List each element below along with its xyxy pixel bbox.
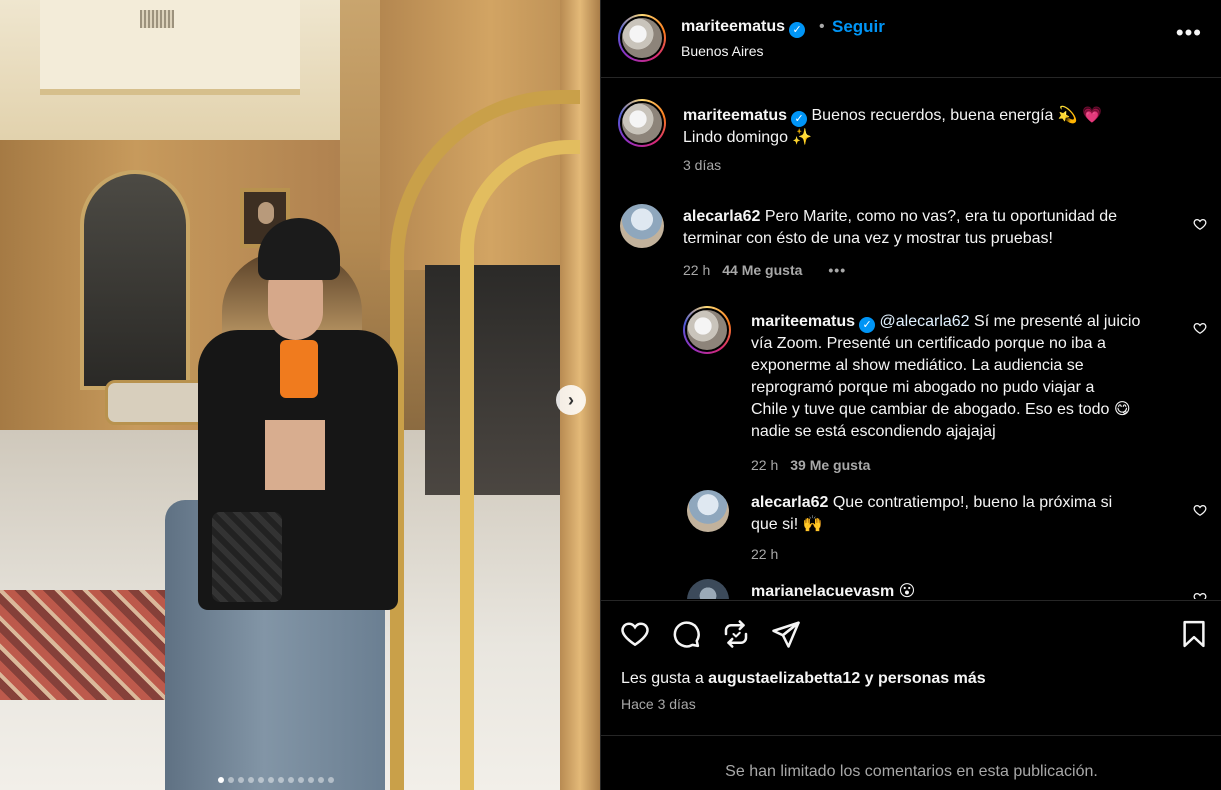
caption-text-line2: Lindo domingo ✨ xyxy=(683,129,813,146)
reply-text-line6: nadie se está escondiendo ajajajaj xyxy=(751,423,996,440)
action-bar xyxy=(601,600,1221,650)
verified-icon: ✓ xyxy=(789,22,806,38)
post-side-panel: mariteematus ✓ • Seguir Buenos Aires ••• … xyxy=(600,0,1221,790)
reply-text-line4: reprogramó porque mi abogado no pudo via… xyxy=(751,379,1095,396)
likes-suffix[interactable]: y personas más xyxy=(860,670,986,687)
share-icon[interactable] xyxy=(771,619,801,649)
comment: alecarla62 Pero Marite, como no vas?, er… xyxy=(683,206,1173,250)
heart-icon[interactable] xyxy=(1193,217,1207,231)
carousel-next-button[interactable]: › xyxy=(556,385,586,415)
follow-button[interactable]: Seguir xyxy=(832,17,885,37)
carousel-dot xyxy=(328,777,334,783)
photo-luggage-cart-frame-inner xyxy=(460,140,580,790)
reply-text-line1: 😮 xyxy=(898,583,916,599)
reply-meta: 22 h 39 Me gusta xyxy=(751,457,870,473)
likes-summary[interactable]: Les gusta a augustaelizabetta12 y person… xyxy=(621,670,986,688)
carousel-indicator xyxy=(218,777,334,783)
verified-icon: ✓ xyxy=(791,111,808,127)
reply-likes[interactable]: 39 Me gusta xyxy=(790,457,870,473)
carousel-dot xyxy=(258,777,264,783)
reply-text-line3: exponerme al show mediático. La audienci… xyxy=(751,357,1084,374)
comment-time: 22 h xyxy=(683,262,711,278)
carousel-dot xyxy=(218,777,224,783)
comment-username[interactable]: alecarla62 xyxy=(683,208,760,225)
comment-options-icon[interactable]: ••• xyxy=(828,262,846,278)
reply-text-line5: Chile y tuve que cambiar de abogado. Eso… xyxy=(751,401,1131,418)
reply-avatar[interactable] xyxy=(687,579,729,599)
reply: alecarla62 Que contratiempo!, bueno la p… xyxy=(751,492,1181,536)
carousel-dot xyxy=(318,777,324,783)
chevron-right-icon: › xyxy=(568,390,574,410)
likes-prefix: Les gusta a xyxy=(621,670,709,687)
reply-text-line1: Que contratiempo!, bueno la próxima si xyxy=(832,494,1113,511)
separator-dot: • xyxy=(819,18,825,35)
repost-icon[interactable] xyxy=(721,619,751,649)
carousel-dot xyxy=(238,777,244,783)
carousel-dot xyxy=(248,777,254,783)
reply-username[interactable]: marianelacuevasm xyxy=(751,583,894,599)
post-location[interactable]: Buenos Aires xyxy=(681,43,764,59)
comments-list[interactable]: mariteematus ✓ Buenos recuerdos, buena en… xyxy=(601,79,1221,599)
reply-text-line2: vía Zoom. Presenté un certificado porque… xyxy=(751,335,1106,352)
carousel-dot xyxy=(268,777,274,783)
reply-avatar[interactable] xyxy=(683,306,731,354)
comment-meta: 22 h 44 Me gusta ••• xyxy=(683,262,846,278)
post-date[interactable]: Hace 3 días xyxy=(621,696,696,712)
caption: mariteematus ✓ Buenos recuerdos, buena en… xyxy=(683,105,1183,149)
carousel-dot xyxy=(308,777,314,783)
caption-username[interactable]: mariteematus xyxy=(683,107,787,124)
reply-mention[interactable]: @alecarla62 xyxy=(880,313,970,330)
reply-username[interactable]: mariteematus xyxy=(751,313,855,330)
post-photo[interactable]: › xyxy=(0,0,600,790)
photo-arch xyxy=(80,170,190,390)
bookmark-icon[interactable] xyxy=(1179,619,1209,649)
comment-likes[interactable]: 44 Me gusta xyxy=(722,262,802,278)
caption-avatar[interactable] xyxy=(618,99,666,147)
likes-user[interactable]: augustaelizabetta12 xyxy=(708,670,860,687)
author-username[interactable]: mariteematus ✓ xyxy=(681,18,806,38)
author-avatar[interactable] xyxy=(618,14,666,62)
reply-username[interactable]: alecarla62 xyxy=(751,494,828,511)
reply-time: 22 h xyxy=(751,457,779,473)
carousel-dot xyxy=(278,777,284,783)
photo-bag xyxy=(212,512,282,602)
ellipsis-icon[interactable]: ••• xyxy=(1176,22,1202,44)
comment-icon[interactable] xyxy=(671,619,701,649)
caption-text-line1: Buenos recuerdos, buena energía 💫 💗 xyxy=(811,107,1103,124)
heart-icon[interactable] xyxy=(1193,321,1207,335)
verified-icon: ✓ xyxy=(859,317,876,333)
comment-text-line1: Pero Marite, como no vas?, era tu oportu… xyxy=(764,208,1118,225)
carousel-dot xyxy=(288,777,294,783)
photo-top xyxy=(265,420,325,490)
caption-time: 3 días xyxy=(683,157,722,173)
carousel-dot xyxy=(298,777,304,783)
post-header: mariteematus ✓ • Seguir Buenos Aires ••• xyxy=(601,0,1221,78)
reply: mariteematus ✓ @alecarla62 Sí me presenté… xyxy=(751,311,1181,443)
reply-time: 22 h xyxy=(751,546,779,562)
comment-avatar[interactable] xyxy=(620,204,664,248)
reply-text-line1: Sí me presenté al juicio xyxy=(974,313,1141,330)
photo-vent xyxy=(140,10,174,28)
heart-icon[interactable] xyxy=(1193,503,1207,517)
comment-text-line2: terminar con ésto de una vez y mostrar t… xyxy=(683,230,1053,247)
carousel-dot xyxy=(228,777,234,783)
heart-icon[interactable] xyxy=(620,619,650,649)
reply-avatar[interactable] xyxy=(687,490,729,532)
heart-icon[interactable] xyxy=(1193,591,1207,599)
photo-phone xyxy=(280,340,318,398)
reply-text-line2: que si! 🙌 xyxy=(751,516,823,533)
reply: marianelacuevasm 😮 xyxy=(751,581,1181,599)
comments-limited-notice: Se han limitado los comentarios en esta … xyxy=(601,735,1221,790)
